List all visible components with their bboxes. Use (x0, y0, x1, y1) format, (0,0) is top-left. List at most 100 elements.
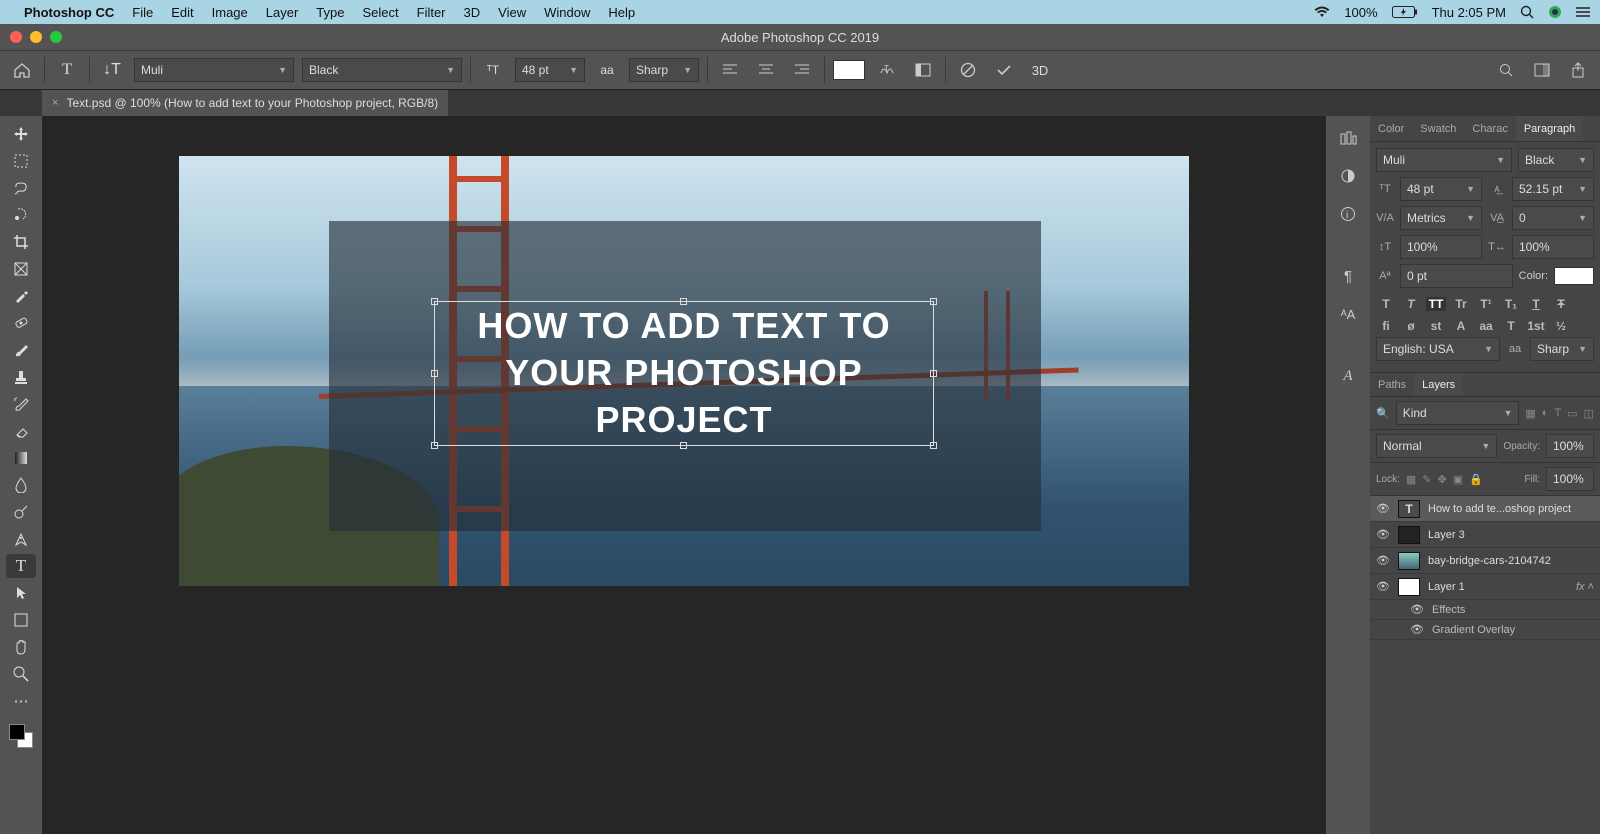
menu-window[interactable]: Window (544, 5, 590, 20)
menu-image[interactable]: Image (212, 5, 248, 20)
opacity-field[interactable]: 100% (1546, 434, 1594, 458)
handle-bot-left[interactable] (431, 442, 438, 449)
menu-layer[interactable]: Layer (266, 5, 299, 20)
workspace-icon[interactable] (1528, 56, 1556, 84)
layer-effects[interactable]: 👁 Effects (1370, 600, 1600, 620)
eyedropper-tool[interactable] (6, 284, 36, 308)
bold-icon[interactable]: T (1376, 297, 1396, 311)
menu-3d[interactable]: 3D (464, 5, 481, 20)
blend-mode-dropdown[interactable]: Normal▼ (1376, 434, 1497, 458)
char-language-dropdown[interactable]: English: USA▼ (1376, 337, 1500, 361)
3d-icon[interactable]: 3D (1026, 56, 1054, 84)
font-weight-dropdown[interactable]: Black▼ (302, 58, 462, 82)
tab-paragraph[interactable]: Paragraph (1516, 116, 1583, 141)
char-antialias-dropdown[interactable]: Sharp▼ (1530, 337, 1594, 361)
stamp-tool[interactable] (6, 365, 36, 389)
menu-select[interactable]: Select (362, 5, 398, 20)
discretionary-icon[interactable]: st (1426, 319, 1446, 333)
layer-row[interactable]: 👁 T How to add te...oshop project (1370, 496, 1600, 522)
align-right-icon[interactable] (788, 56, 816, 84)
handle-bot-right[interactable] (930, 442, 937, 449)
handle-top-right[interactable] (930, 298, 937, 305)
stylistic-icon[interactable]: aa (1476, 319, 1496, 333)
menu-help[interactable]: Help (608, 5, 635, 20)
libraries-icon[interactable] (1334, 124, 1362, 152)
menu-type[interactable]: Type (316, 5, 344, 20)
lasso-tool[interactable] (6, 176, 36, 200)
close-window[interactable] (10, 31, 22, 43)
layer-filter-dropdown[interactable]: Kind▼ (1396, 401, 1520, 425)
document-canvas[interactable]: HOW TO ADD TEXT TO YOUR PHOTOSHOP PROJEC… (179, 156, 1189, 586)
text-color-swatch[interactable] (833, 60, 865, 80)
healing-tool[interactable] (6, 311, 36, 335)
tab-swatches[interactable]: Swatch (1412, 116, 1464, 141)
superscript-icon[interactable]: T¹ (1476, 297, 1496, 311)
smallcaps-icon[interactable]: Tr (1451, 297, 1471, 311)
allcaps-icon[interactable]: TT (1426, 297, 1446, 311)
char-tracking-dropdown[interactable]: 0▼ (1512, 206, 1594, 230)
tab-paths[interactable]: Paths (1370, 373, 1414, 396)
zoom-tool[interactable] (6, 662, 36, 686)
fx-badge[interactable]: fx ˄ (1576, 581, 1594, 593)
filter-shape-icon[interactable]: ▭ (1567, 407, 1577, 420)
tab-character[interactable]: Charac (1464, 116, 1515, 141)
move-tool[interactable] (6, 122, 36, 146)
spotlight-icon[interactable] (1520, 5, 1534, 19)
char-size-dropdown[interactable]: 48 pt▼ (1400, 177, 1482, 201)
gradient-tool[interactable] (6, 446, 36, 470)
type-tool[interactable]: T (6, 554, 36, 578)
hand-tool[interactable] (6, 635, 36, 659)
ordinals-icon[interactable]: 1st (1526, 319, 1546, 333)
tab-layers[interactable]: Layers (1414, 373, 1463, 396)
antialias-dropdown[interactable]: Sharp▼ (629, 58, 699, 82)
quick-select-tool[interactable] (6, 203, 36, 227)
char-weight-dropdown[interactable]: Black▼ (1518, 148, 1594, 172)
char-kerning-dropdown[interactable]: Metrics▼ (1400, 206, 1482, 230)
close-tab-icon[interactable]: × (52, 97, 58, 109)
visibility-icon[interactable]: 👁 (1376, 580, 1390, 593)
handle-mid-left[interactable] (431, 370, 438, 377)
char-leading-dropdown[interactable]: 52.15 pt▼ (1512, 177, 1594, 201)
text-tool-icon[interactable]: T (53, 56, 81, 84)
color-picker[interactable] (9, 724, 33, 748)
frame-tool[interactable] (6, 257, 36, 281)
blur-tool[interactable] (6, 473, 36, 497)
layer-name[interactable]: Layer 1 (1428, 581, 1568, 593)
titling-icon[interactable]: T (1501, 319, 1521, 333)
pen-tool[interactable] (6, 527, 36, 551)
filter-adjust-icon[interactable]: ◐ (1542, 407, 1549, 420)
app-menu[interactable]: Photoshop CC (24, 5, 114, 20)
path-select-tool[interactable] (6, 581, 36, 605)
crop-tool[interactable] (6, 230, 36, 254)
home-icon[interactable] (8, 56, 36, 84)
lock-all-icon[interactable]: 🔒 (1469, 473, 1483, 486)
visibility-icon[interactable]: 👁 (1410, 603, 1424, 616)
char-vscale[interactable]: 100% (1400, 235, 1482, 259)
shape-tool[interactable] (6, 608, 36, 632)
ligatures-icon[interactable]: fi (1376, 319, 1396, 333)
menu-edit[interactable]: Edit (171, 5, 193, 20)
dodge-tool[interactable] (6, 500, 36, 524)
share-icon[interactable] (1564, 56, 1592, 84)
brush-tool[interactable] (6, 338, 36, 362)
search-icon[interactable] (1492, 56, 1520, 84)
visibility-icon[interactable]: 👁 (1376, 502, 1390, 515)
layer-row[interactable]: 👁 Layer 1 fx ˄ (1370, 574, 1600, 600)
history-brush-tool[interactable] (6, 392, 36, 416)
align-center-icon[interactable] (752, 56, 780, 84)
layer-name[interactable]: bay-bridge-cars-2104742 (1428, 555, 1594, 567)
strikethrough-icon[interactable]: Ŧ (1551, 297, 1571, 311)
tab-color[interactable]: Color (1370, 116, 1412, 141)
document-tab[interactable]: × Text.psd @ 100% (How to add text to yo… (42, 90, 448, 116)
layer-name[interactable]: Layer 3 (1428, 529, 1594, 541)
char-font-dropdown[interactable]: Muli▼ (1376, 148, 1512, 172)
adjustments-icon[interactable] (1334, 162, 1362, 190)
subscript-icon[interactable]: T₁ (1501, 297, 1521, 311)
char-baseline[interactable]: 0 pt (1400, 264, 1513, 288)
char-hscale[interactable]: 100% (1512, 235, 1594, 259)
lock-brush-icon[interactable]: ✎ (1422, 473, 1431, 486)
handle-bot-mid[interactable] (680, 442, 687, 449)
panels-toggle-icon[interactable] (909, 56, 937, 84)
filter-smart-icon[interactable]: ◫ (1584, 407, 1594, 420)
filter-type-icon[interactable]: T (1554, 407, 1561, 420)
